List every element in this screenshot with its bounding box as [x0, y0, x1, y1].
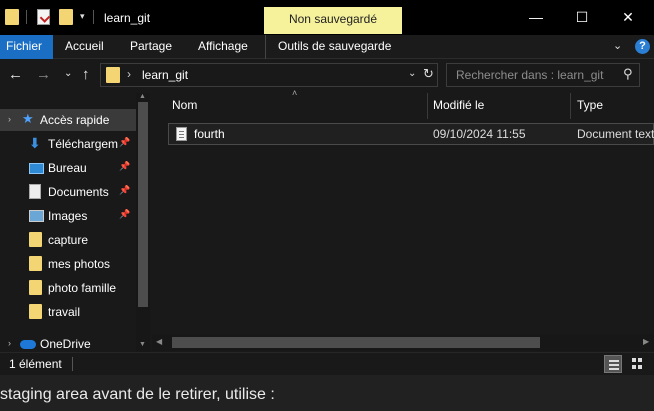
scroll-right-icon[interactable]: ▶ — [643, 337, 649, 346]
close-button[interactable]: ✕ — [605, 0, 651, 35]
folder-icon — [29, 256, 42, 271]
quick-access-dropdown-icon[interactable]: ▾ — [80, 11, 85, 22]
pin-icon: 📌 — [119, 137, 131, 147]
documents-icon — [29, 184, 41, 199]
file-name[interactable]: fourth — [194, 127, 225, 141]
address-dropdown-icon[interactable]: ⌄ — [408, 68, 416, 79]
folder-icon — [106, 67, 120, 83]
sidebar-item-travail[interactable]: travail — [0, 301, 136, 323]
contextual-tab-label[interactable]: Non sauvegardé — [264, 7, 402, 34]
divider — [72, 357, 73, 371]
sidebar-item-label: Documents — [48, 185, 109, 199]
tab-affichage[interactable]: Affichage — [198, 35, 248, 59]
title-bar: ▾ learn_git Non sauvegardé — ☐ ✕ — [0, 0, 654, 35]
folder-icon[interactable] — [5, 9, 19, 25]
sidebar-item-acces-rapide[interactable]: › ★ Accès rapide — [0, 109, 136, 131]
search-placeholder: Rechercher dans : learn_git — [456, 68, 604, 82]
new-folder-icon[interactable] — [59, 9, 73, 25]
address-bar[interactable]: › learn_git ⌄ ↻ — [100, 63, 438, 87]
breadcrumb[interactable]: learn_git — [142, 68, 188, 82]
tab-outils-de-sauvegarde[interactable]: Outils de sauvegarde — [265, 35, 391, 59]
navigation-pane: › ★ Accès rapide ⬇ Téléchargements 📌 Bur… — [0, 93, 150, 352]
item-count: 1 élément — [9, 357, 62, 371]
pin-icon: 📌 — [119, 185, 131, 195]
expand-ribbon-icon[interactable]: ⌄ — [613, 39, 622, 52]
search-input[interactable]: Rechercher dans : learn_git ⚲ — [446, 63, 640, 87]
minimize-button[interactable]: — — [513, 0, 559, 35]
address-toolbar: ← → ⌄ ↑ › learn_git ⌄ ↻ Rechercher dans … — [0, 60, 654, 90]
tab-accueil[interactable]: Accueil — [65, 35, 104, 59]
sidebar-item-documents[interactable]: Documents 📌 — [0, 181, 136, 203]
column-divider[interactable] — [427, 93, 428, 119]
sidebar-item-onedrive[interactable]: › OneDrive — [0, 333, 136, 352]
column-header-type[interactable]: Type — [577, 90, 603, 120]
images-icon — [29, 210, 44, 222]
sidebar-scrollbar[interactable]: ▲ ▼ — [136, 93, 150, 352]
help-icon[interactable]: ? — [635, 39, 650, 54]
folder-icon — [29, 304, 42, 319]
folder-icon — [29, 232, 42, 247]
sidebar-item-label: photo famille — [48, 281, 117, 295]
file-type: Document texte — [577, 127, 654, 141]
column-header-name[interactable]: Nom — [172, 90, 197, 120]
pin-icon: 📌 — [119, 209, 131, 219]
file-list: ˄ Nom Modifié le Type fourth 09/10/2024 … — [152, 88, 654, 352]
scrollbar-thumb[interactable] — [172, 337, 540, 348]
expand-chevron-icon[interactable]: › — [8, 338, 11, 348]
sidebar-item-bureau[interactable]: Bureau 📌 — [0, 157, 136, 179]
tab-partage[interactable]: Partage — [130, 35, 172, 59]
window-title: learn_git — [104, 11, 151, 25]
text-file-icon — [176, 127, 187, 141]
up-button[interactable]: ↑ — [82, 66, 90, 83]
sort-ascending-icon: ˄ — [292, 88, 298, 98]
scroll-down-icon[interactable]: ▼ — [139, 341, 146, 348]
divider — [26, 10, 27, 24]
sidebar-item-label: Téléchargements — [48, 137, 118, 151]
details-view-icon[interactable] — [604, 355, 622, 373]
scrollbar-thumb[interactable] — [138, 102, 148, 307]
back-button[interactable]: ← — [8, 66, 23, 83]
search-icon[interactable]: ⚲ — [623, 66, 633, 82]
sidebar-item-images[interactable]: Images 📌 — [0, 205, 136, 227]
column-divider[interactable] — [570, 93, 571, 119]
desktop-icon — [29, 163, 44, 174]
star-icon: ★ — [22, 111, 34, 126]
download-icon: ⬇ — [29, 135, 41, 151]
sidebar-item-label: travail — [48, 305, 81, 319]
sidebar-item-label: capture — [48, 233, 89, 247]
onedrive-icon — [20, 340, 36, 349]
sidebar-item-label: Images — [48, 209, 88, 223]
forward-button[interactable]: → — [36, 66, 51, 83]
properties-icon[interactable] — [37, 9, 50, 25]
background-page: staging area avant de le retirer, utilis… — [0, 375, 654, 411]
file-modified: 09/10/2024 11:55 — [433, 127, 526, 141]
sidebar-item-telechargements[interactable]: ⬇ Téléchargements 📌 — [0, 133, 136, 155]
maximize-button[interactable]: ☐ — [559, 0, 605, 35]
status-bar: 1 élément — [0, 352, 654, 374]
scroll-up-icon[interactable]: ▲ — [139, 93, 146, 100]
breadcrumb-separator-icon[interactable]: › — [127, 67, 131, 81]
ribbon-tabs: Fichier Accueil Partage Affichage Outils… — [0, 35, 654, 59]
sidebar-item-label: mes photos — [48, 257, 111, 271]
sidebar-item-label: Accès rapide — [40, 113, 110, 127]
expand-chevron-icon[interactable]: › — [8, 114, 11, 124]
horizontal-scrollbar[interactable]: ◀ ▶ — [152, 334, 654, 351]
divider — [93, 10, 94, 24]
column-header-modified[interactable]: Modifié le — [433, 90, 484, 120]
tab-fichier[interactable]: Fichier — [0, 35, 53, 59]
large-icons-view-icon[interactable] — [628, 355, 646, 373]
sidebar-item-label: OneDrive — [40, 337, 91, 351]
table-row[interactable]: fourth 09/10/2024 11:55 Document texte — [168, 123, 654, 145]
folder-icon — [29, 280, 42, 295]
sidebar-item-capture[interactable]: capture — [0, 229, 136, 251]
scroll-left-icon[interactable]: ◀ — [156, 337, 162, 346]
refresh-icon[interactable]: ↻ — [423, 66, 434, 82]
sidebar-item-label: Bureau — [48, 161, 87, 175]
sidebar-item-mes-photos[interactable]: mes photos — [0, 253, 136, 275]
background-text: staging area avant de le retirer, utilis… — [0, 386, 275, 403]
recent-locations-button[interactable]: ⌄ — [64, 68, 72, 79]
sidebar-item-photo-famille[interactable]: photo famille — [0, 277, 136, 299]
pin-icon: 📌 — [119, 161, 131, 171]
